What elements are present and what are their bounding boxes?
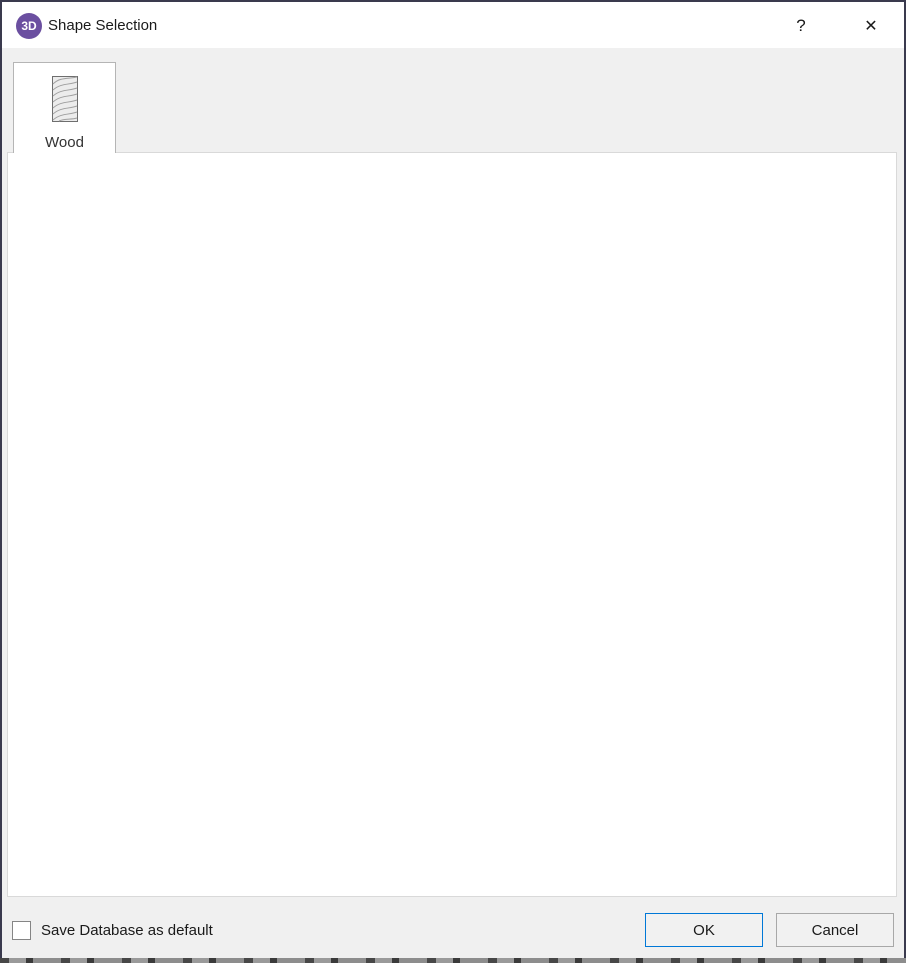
background-app-strip <box>0 958 906 963</box>
window-border-top <box>0 0 906 2</box>
ok-button[interactable]: OK <box>645 913 763 947</box>
wood-grain-icon <box>52 76 78 127</box>
cancel-button[interactable]: Cancel <box>776 913 894 947</box>
app-3d-icon: 3D <box>16 13 42 39</box>
shape-selection-dialog: 3D Shape Selection ? ✕ Wood <box>0 0 906 963</box>
save-database-checkbox-label: Save Database as default <box>41 920 213 941</box>
tab-content-panel <box>7 152 897 897</box>
title-bar: 3D Shape Selection ? ✕ <box>2 2 904 48</box>
tab-wood[interactable]: Wood <box>13 62 116 153</box>
close-button[interactable]: ✕ <box>852 8 890 44</box>
save-database-checkbox[interactable] <box>12 921 31 940</box>
window-title: Shape Selection <box>48 2 157 48</box>
window-border-left <box>0 0 2 958</box>
help-button[interactable]: ? <box>782 8 820 44</box>
tab-wood-label: Wood <box>45 134 84 151</box>
